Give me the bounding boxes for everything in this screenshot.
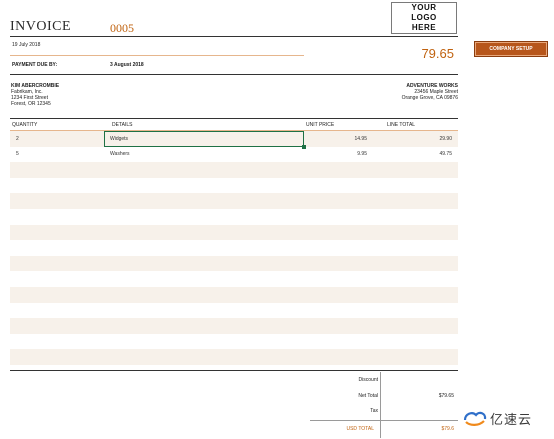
cell-unit-price[interactable]: 9.95 — [304, 151, 375, 157]
date-rule — [10, 55, 304, 56]
cell-quantity[interactable]: 2 — [10, 136, 104, 142]
discount-label: Discount — [358, 377, 378, 383]
invoice-number[interactable]: 0005 — [110, 21, 134, 36]
table-row[interactable]: 5 Washers 9.95 49.75 — [10, 147, 458, 163]
empty-table-row[interactable] — [10, 365, 458, 381]
cloud-swirl-logo-icon — [463, 411, 487, 426]
empty-table-row[interactable] — [10, 224, 458, 241]
bill-to-line: Forest, OR 12345 — [11, 101, 51, 107]
from-address[interactable]: ADVENTURE WORKS 23456 Maple Street Orang… — [330, 83, 458, 101]
empty-table-row[interactable] — [10, 178, 458, 194]
empty-table-row[interactable] — [10, 162, 458, 178]
address-rule — [10, 74, 458, 75]
header-details: DETAILS — [112, 121, 133, 128]
tax-label: Tax — [370, 408, 378, 414]
usd-total-value[interactable]: $79.6 — [394, 426, 454, 432]
empty-table-row[interactable] — [10, 349, 458, 365]
cell-line-total[interactable]: 49.75 — [375, 151, 458, 157]
summary-rule — [310, 420, 458, 421]
empty-table-row[interactable] — [10, 303, 458, 319]
empty-table-row[interactable] — [10, 286, 458, 303]
logo-line-2: HERE — [411, 23, 437, 32]
header-rule — [10, 36, 458, 37]
line-items-table: QUANTITY DETAILS UNIT PRICE LINE TOTAL 2… — [10, 118, 458, 381]
cell-details-selected[interactable]: Widgets — [104, 131, 306, 149]
header-line-total: LINE TOTAL — [387, 121, 416, 128]
cell-quantity[interactable]: 5 — [10, 151, 104, 157]
table-bottom-rule — [10, 370, 458, 371]
payment-due-date[interactable]: 3 August 2018 — [110, 62, 144, 68]
usd-total-label: USD TOTAL — [346, 426, 374, 432]
table-row[interactable]: 2 Widgets 14.95 29.90 — [10, 131, 458, 149]
logo-placeholder[interactable]: YOUR LOGO HERE — [391, 2, 457, 34]
payment-due-label: PAYMENT DUE BY: — [12, 62, 58, 68]
empty-table-row[interactable] — [10, 255, 458, 272]
empty-table-row[interactable] — [10, 334, 458, 350]
logo-line-1: YOUR LOGO — [411, 3, 437, 22]
from-line: Orange Grove, CA 09876 — [401, 95, 458, 101]
cell-details[interactable]: Washers — [104, 147, 304, 163]
net-total-value[interactable]: $79.65 — [394, 393, 454, 399]
header-quantity: QUANTITY — [12, 121, 38, 128]
invoice-total-amount: 79.65 — [421, 46, 454, 61]
invoice-date[interactable]: 19 July 2018 — [12, 42, 40, 48]
invoice-title: INVOICE — [10, 19, 72, 34]
empty-table-row[interactable] — [10, 209, 458, 225]
header-unit-price: UNIT PRICE — [306, 121, 335, 128]
table-header: QUANTITY DETAILS UNIT PRICE LINE TOTAL — [10, 118, 458, 131]
logo-text: YOUR LOGO HERE — [402, 3, 446, 33]
bill-to-address[interactable]: KIM ABERCROMBIE Fabrikam, Inc. 1234 Firs… — [11, 83, 59, 107]
empty-table-row[interactable] — [10, 271, 458, 287]
cell-unit-price[interactable]: 14.95 — [304, 136, 375, 142]
net-total-label: Net Total — [358, 393, 378, 399]
watermark-text: 亿速云 — [490, 411, 533, 427]
empty-table-row[interactable] — [10, 240, 458, 256]
empty-table-row[interactable] — [10, 318, 458, 334]
cell-line-total[interactable]: 29.90 — [375, 136, 458, 142]
company-setup-button[interactable]: COMPANY SETUP — [474, 41, 548, 57]
watermark: 亿速云 — [462, 408, 532, 428]
empty-table-row[interactable] — [10, 193, 458, 209]
summary-divider — [380, 372, 381, 438]
